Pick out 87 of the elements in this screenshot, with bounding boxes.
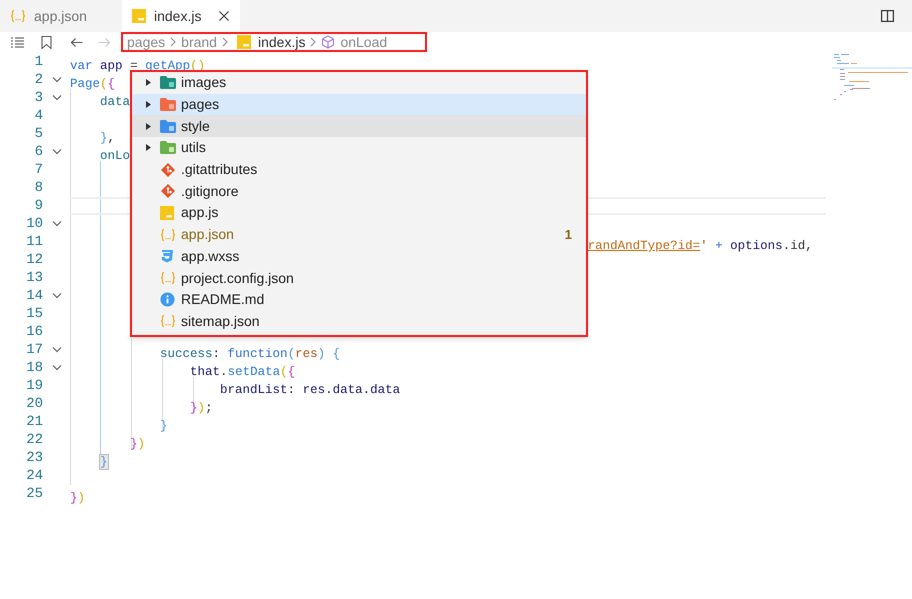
code-line: randAndType?id=' + options.id, [586, 239, 813, 253]
chevron-down-icon[interactable] [52, 149, 62, 155]
file-list-item[interactable]: README.md [132, 288, 586, 311]
split-editor-icon[interactable] [881, 10, 894, 22]
folder-icon [160, 141, 176, 154]
chevron-down-icon[interactable] [52, 77, 62, 83]
file-list-item[interactable]: app.wxss [132, 246, 586, 268]
chevron-down-icon[interactable] [52, 221, 62, 227]
line-number: 15 [25, 304, 43, 324]
back-arrow-icon[interactable] [70, 36, 83, 48]
chevron-right-icon [310, 37, 316, 47]
file-list-item[interactable]: .gitignore [132, 180, 586, 202]
code-line: that.setData({ [189, 365, 296, 379]
braces-icon [160, 228, 176, 242]
line-number: 2 [34, 70, 43, 90]
line-number: 16 [25, 322, 43, 342]
braces-icon [160, 271, 176, 286]
code-line: }) [70, 491, 86, 505]
code-line: Page({ [70, 77, 116, 91]
diamond-icon [160, 183, 176, 200]
chevron-down-icon[interactable] [52, 293, 62, 299]
info-icon [160, 292, 175, 308]
file-list-item[interactable]: style [132, 115, 586, 138]
file-list-item[interactable]: .gitattributes [132, 158, 586, 180]
code-line: }); [189, 401, 213, 415]
folder-icon [160, 76, 176, 90]
file-list-item[interactable]: pages [132, 94, 586, 116]
line-number: 5 [34, 124, 43, 144]
caret-right-icon[interactable] [146, 101, 150, 108]
code-line: }) [129, 437, 146, 451]
line-number: 13 [25, 268, 43, 288]
code-line: success: function(res) { [159, 347, 340, 361]
chevron-right-icon [170, 37, 176, 47]
line-number: 10 [25, 214, 43, 234]
code-line: data [99, 95, 130, 109]
chevron-down-icon[interactable] [52, 365, 62, 371]
line-number: 8 [34, 178, 43, 198]
code-line: } [159, 419, 168, 433]
js-file-icon [236, 35, 251, 49]
line-number: 19 [25, 376, 43, 396]
line-number: 3 [34, 88, 43, 108]
line-number: 22 [25, 430, 43, 450]
bookmark-icon[interactable] [41, 36, 52, 48]
caret-right-icon[interactable] [146, 144, 150, 152]
line-number: 14 [25, 286, 43, 306]
close-icon[interactable] [218, 10, 230, 22]
line-number: 9 [34, 196, 43, 216]
line-number: 1 [34, 52, 43, 72]
code-line: brandList: res.data.data [219, 383, 400, 397]
file-list-item[interactable]: sitemap.json [132, 310, 586, 332]
list-icon[interactable] [11, 36, 24, 48]
braces-icon [10, 9, 26, 23]
line-number: 6 [34, 142, 43, 162]
cube-icon [321, 35, 336, 49]
line-number: 23 [25, 448, 43, 468]
css-file-icon [160, 249, 174, 264]
folder-icon [160, 98, 176, 112]
line-number: 17 [25, 340, 43, 360]
caret-right-icon[interactable] [146, 79, 150, 86]
file-list-item[interactable]: project.config.json [132, 267, 586, 289]
line-number: 24 [25, 466, 43, 486]
file-list-item[interactable]: images [132, 72, 586, 94]
file-list-item[interactable]: app.js [132, 202, 586, 224]
js-file-icon [132, 9, 146, 23]
code-line: onLo [99, 149, 130, 163]
editor-tab[interactable]: index.js [122, 0, 240, 32]
breadcrumb-item[interactable]: index.js [258, 32, 306, 52]
line-number: 25 [25, 484, 43, 504]
line-number: 4 [34, 106, 43, 126]
folder-icon [160, 120, 176, 133]
line-number: 7 [34, 160, 43, 180]
code-line: }, [99, 131, 116, 145]
line-number: 11 [25, 232, 43, 252]
chevron-down-icon[interactable] [52, 95, 62, 101]
caret-right-icon[interactable] [146, 122, 150, 130]
braces-icon [160, 314, 176, 328]
js-file-icon [160, 206, 174, 220]
chevron-down-icon[interactable] [52, 347, 62, 353]
line-number: 12 [25, 250, 43, 270]
diamond-icon [160, 162, 176, 178]
file-list-item[interactable]: app.json 1 [132, 224, 586, 246]
chevron-right-icon [222, 37, 228, 47]
problem-count: 1 [564, 226, 572, 244]
line-number: 21 [25, 412, 43, 432]
file-list-item[interactable]: utils [132, 137, 586, 159]
line-number: 18 [25, 358, 43, 378]
line-number: 20 [25, 394, 43, 414]
